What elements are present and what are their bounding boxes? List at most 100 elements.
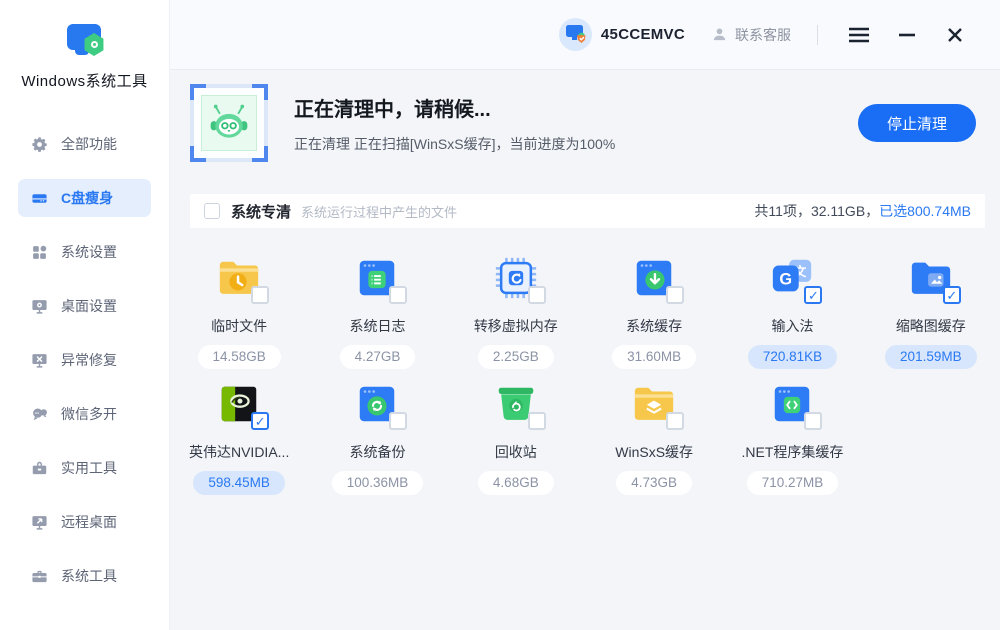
account-badge[interactable]: 45CCEMVC bbox=[559, 18, 685, 51]
sidebar-item-error-repair[interactable]: 异常修复 bbox=[18, 341, 151, 379]
person-icon bbox=[711, 26, 728, 43]
cleanup-items-grid: ✓ 临时文件 14.58GB ✓ 系统日志 4.27GB ✓ 转移虚拟内存 2.… bbox=[170, 255, 1000, 495]
item-name: 系统缓存 bbox=[626, 316, 682, 336]
contact-support[interactable]: 联系客服 bbox=[711, 25, 791, 45]
item-size: 14.58GB bbox=[198, 345, 281, 369]
cleanup-item-system-logs[interactable]: ✓ 系统日志 4.27GB bbox=[308, 255, 446, 369]
account-avatar-icon bbox=[559, 18, 592, 51]
item-checkbox[interactable]: ✓ bbox=[251, 412, 269, 430]
hard-drive-icon bbox=[31, 190, 48, 207]
item-checkbox[interactable]: ✓ bbox=[389, 286, 407, 304]
cleaning-progress-text: 正在清理 正在扫描[WinSxS缓存]，当前进度为100% bbox=[294, 134, 615, 154]
cleanup-item-virtual-memory[interactable]: ✓ 转移虚拟内存 2.25GB bbox=[447, 255, 585, 369]
check-icon: ✓ bbox=[808, 289, 819, 302]
briefcase-icon bbox=[31, 568, 48, 585]
item-size: 201.59MB bbox=[885, 345, 977, 369]
item-checkbox[interactable]: ✓ bbox=[528, 286, 546, 304]
cleanup-item-input-method[interactable]: 文G ✓ 输入法 720.81KB bbox=[723, 255, 861, 369]
virtual-memory-chip-icon: ✓ bbox=[493, 255, 539, 301]
select-all-checkbox[interactable] bbox=[204, 203, 220, 219]
item-checkbox[interactable]: ✓ bbox=[666, 412, 684, 430]
main-panel: 45CCEMVC 联系客服 正在清理中，请稍候... 正在清理 正在扫描[Win… bbox=[170, 0, 1000, 630]
total-summary: 共11项，32.11GB， bbox=[754, 203, 879, 219]
menu-button[interactable] bbox=[842, 18, 876, 52]
chat-bubbles-icon bbox=[31, 406, 48, 423]
titlebar: 45CCEMVC 联系客服 bbox=[170, 0, 1000, 70]
sidebar-item-label: 系统工具 bbox=[61, 566, 117, 586]
sidebar-item-c-drive-slim[interactable]: C盘瘦身 bbox=[18, 179, 151, 217]
section-summary: 共11项，32.11GB，已选800.74MB bbox=[754, 201, 971, 221]
cleaning-status-title: 正在清理中，请稍候... bbox=[294, 93, 615, 122]
toolbox-icon bbox=[31, 460, 48, 477]
selected-size[interactable]: 已选800.74MB bbox=[879, 203, 971, 219]
minimize-button[interactable] bbox=[890, 18, 924, 52]
sidebar-item-label: 远程桌面 bbox=[61, 512, 117, 532]
item-name: 转移虚拟内存 bbox=[474, 316, 558, 336]
app-logo-icon bbox=[65, 24, 105, 56]
cleanup-item-thumbnail-cache[interactable]: ✓ 缩略图缓存 201.59MB bbox=[862, 255, 1000, 369]
sidebar-item-desktop-settings[interactable]: 桌面设置 bbox=[18, 287, 151, 325]
cleanup-item-dotnet-cache[interactable]: ✓ .NET程序集缓存 710.27MB bbox=[723, 381, 861, 495]
sidebar-item-all-features[interactable]: 全部功能 bbox=[18, 125, 151, 163]
item-checkbox[interactable]: ✓ bbox=[804, 412, 822, 430]
item-name: WinSxS缓存 bbox=[615, 442, 693, 462]
sidebar-item-system-tools[interactable]: 系统工具 bbox=[18, 557, 151, 595]
cleanup-item-recycle-bin[interactable]: ✓ 回收站 4.68GB bbox=[447, 381, 585, 495]
svg-text:G: G bbox=[780, 271, 793, 289]
item-size: 720.81KB bbox=[748, 345, 837, 369]
item-size: 598.45MB bbox=[193, 471, 285, 495]
item-name: 系统备份 bbox=[349, 442, 405, 462]
thumbnail-cache-folder-icon: ✓ bbox=[908, 255, 954, 301]
robot-scan-icon bbox=[190, 84, 268, 162]
sidebar-item-utilities[interactable]: 实用工具 bbox=[18, 449, 151, 487]
cleanup-item-temp-files[interactable]: ✓ 临时文件 14.58GB bbox=[170, 255, 308, 369]
app-title: Windows系统工具 bbox=[0, 70, 169, 91]
winsxs-folder-icon: ✓ bbox=[631, 381, 677, 427]
item-checkbox[interactable]: ✓ bbox=[251, 286, 269, 304]
app-grid-icon bbox=[31, 244, 48, 261]
recycle-bin-icon: ✓ bbox=[493, 381, 539, 427]
sidebar-item-remote-desktop[interactable]: 远程桌面 bbox=[18, 503, 151, 541]
cleanup-item-nvidia[interactable]: ✓ 英伟达NVIDIA... 598.45MB bbox=[170, 381, 308, 495]
item-size: 710.27MB bbox=[747, 471, 839, 495]
minimize-icon bbox=[898, 33, 916, 37]
item-checkbox[interactable]: ✓ bbox=[528, 412, 546, 430]
sidebar-item-wechat-multi[interactable]: 微信多开 bbox=[18, 395, 151, 433]
cleanup-item-winsxs-cache[interactable]: ✓ WinSxS缓存 4.73GB bbox=[585, 381, 723, 495]
item-name: 缩略图缓存 bbox=[896, 316, 966, 336]
cleanup-item-system-backup[interactable]: ✓ 系统备份 100.36MB bbox=[308, 381, 446, 495]
account-name: 45CCEMVC bbox=[601, 26, 685, 43]
item-checkbox[interactable]: ✓ bbox=[943, 286, 961, 304]
item-checkbox[interactable]: ✓ bbox=[389, 412, 407, 430]
item-name: 系统日志 bbox=[349, 316, 405, 336]
input-method-icon: 文G ✓ bbox=[769, 255, 815, 301]
item-size: 100.36MB bbox=[332, 471, 424, 495]
close-button[interactable] bbox=[938, 18, 972, 52]
check-icon: ✓ bbox=[946, 289, 957, 302]
titlebar-divider bbox=[817, 25, 818, 45]
cleanup-item-system-cache[interactable]: ✓ 系统缓存 31.60MB bbox=[585, 255, 723, 369]
dotnet-cache-icon: ✓ bbox=[769, 381, 815, 427]
item-name: 英伟达NVIDIA... bbox=[189, 442, 289, 462]
system-logs-icon: ✓ bbox=[354, 255, 400, 301]
contact-support-label: 联系客服 bbox=[735, 25, 791, 45]
item-checkbox[interactable]: ✓ bbox=[804, 286, 822, 304]
section-header: 系统专清 系统运行过程中产生的文件 共11项，32.11GB，已选800.74M… bbox=[190, 194, 985, 228]
sidebar-item-label: 微信多开 bbox=[61, 404, 117, 424]
sidebar-item-label: 全部功能 bbox=[61, 134, 117, 154]
sidebar: Windows系统工具 全部功能 C盘瘦身 系统设置 桌面设置 异常修复 微信多… bbox=[0, 0, 170, 630]
item-name: 临时文件 bbox=[211, 316, 267, 336]
section-description: 系统运行过程中产生的文件 bbox=[301, 202, 457, 221]
sidebar-item-label: 实用工具 bbox=[61, 458, 117, 478]
sidebar-item-label: 桌面设置 bbox=[61, 296, 117, 316]
monitor-repair-icon bbox=[31, 352, 48, 369]
cleaning-banner: 正在清理中，请稍候... 正在清理 正在扫描[WinSxS缓存]，当前进度为10… bbox=[170, 70, 1000, 162]
nvidia-logo-icon: ✓ bbox=[216, 381, 262, 427]
stop-cleaning-button[interactable]: 停止清理 bbox=[858, 104, 976, 142]
item-size: 2.25GB bbox=[478, 345, 554, 369]
item-name: .NET程序集缓存 bbox=[742, 442, 844, 462]
check-icon: ✓ bbox=[255, 415, 266, 428]
item-checkbox[interactable]: ✓ bbox=[666, 286, 684, 304]
item-size: 31.60MB bbox=[612, 345, 696, 369]
sidebar-item-system-settings[interactable]: 系统设置 bbox=[18, 233, 151, 271]
